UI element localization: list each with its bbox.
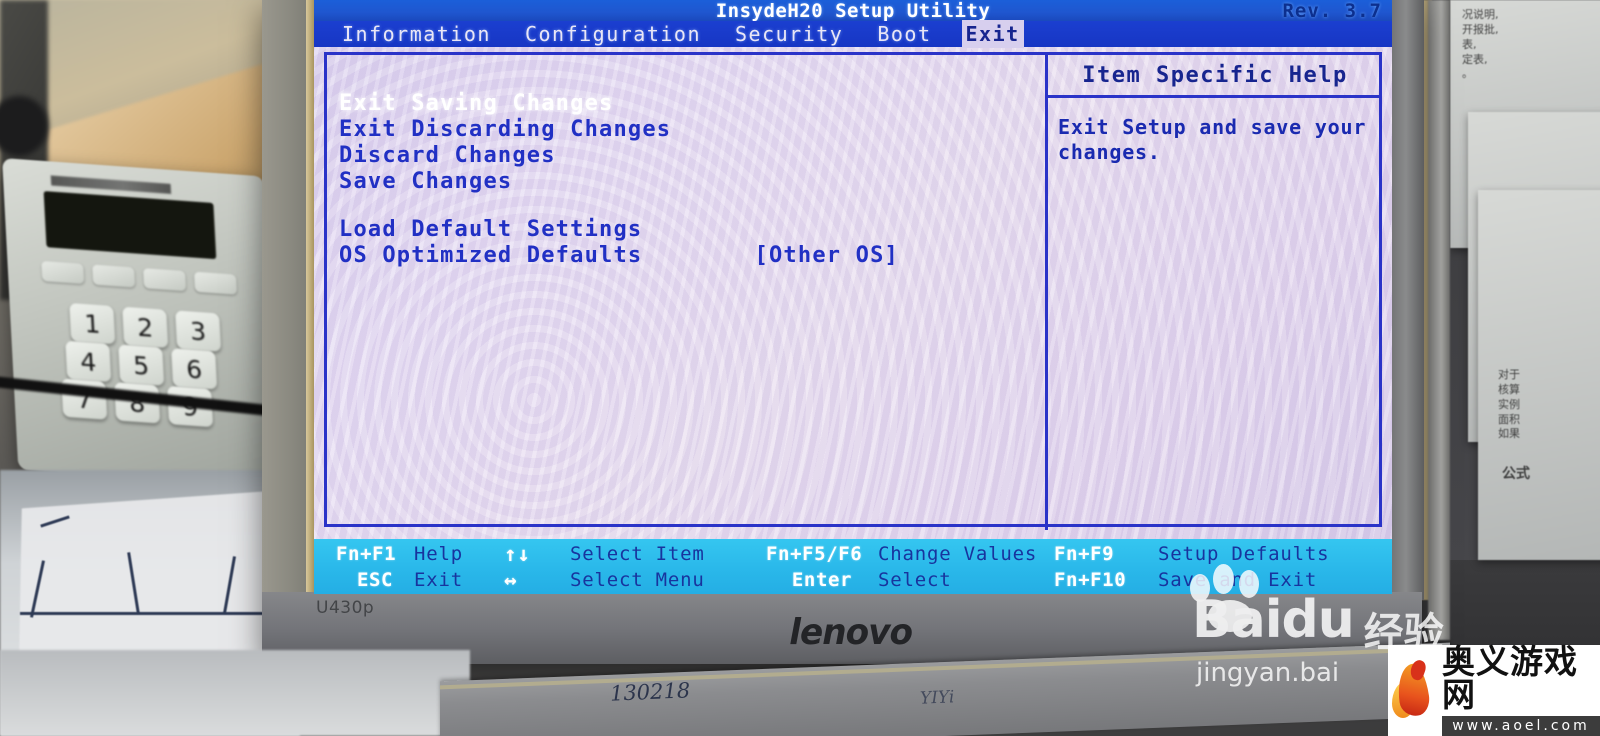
pen-mark [20,612,270,615]
phone-function-key [194,271,238,295]
key-legend-row: ↔ Select Menu [504,567,766,593]
phone-key: 6 [171,348,218,390]
help-panel-text: Exit Setup and save your changes. [1058,115,1367,165]
tab-security[interactable]: Security [731,20,847,48]
key-legend-column-2: ↑↓ Select Item ↔ Select Menu [504,539,766,594]
key-label: Enter [791,568,853,591]
option-list-spacer [339,195,1029,217]
handwritten-marking-left: 130218 [609,678,691,706]
bios-title: InsydeH20 Setup Utility [715,0,991,22]
key-legend-column-3: Fn+F5/F6 Change Values Enter Select [766,539,1054,594]
help-panel-body: Exit Setup and save your changes. [1048,101,1382,165]
desk-phone: 1 2 3 4 5 6 7 8 9 [2,158,280,488]
phone-key: 3 [175,310,222,352]
phone-function-key [41,260,85,284]
bios-menu-bar: Information Configuration Security Boot … [314,20,1392,48]
key-legend-row: Enter Select [766,567,1054,593]
lenovo-brand-logo: lenovo [789,612,913,653]
phone-key: 5 [118,344,165,386]
bios-screen: InsydeH20 Setup Utility Rev. 3.7 Informa… [314,0,1392,594]
key-label-arrow-vertical-icon: ↑↓ [504,541,531,566]
key-label: Fn+F10 [1054,568,1127,591]
screen-bezel-right [1388,0,1424,600]
key-legend-row: Fn+F10 Save and Exit [1054,567,1334,593]
key-legend-column-4: Fn+F9 Setup Defaults Fn+F10 Save and Exi… [1054,539,1334,594]
tab-exit[interactable]: Exit [961,20,1024,48]
bios-revision: Rev. 3.7 [1282,0,1382,22]
option-discard-changes[interactable]: Discard Changes [339,143,1029,169]
bios-key-legend-bar: Fn+F1 Help ESC Exit ↑↓ Select Item ↔ Sel… [314,539,1392,594]
key-label: Fn+F5/F6 [766,542,863,565]
option-exit-saving-changes[interactable]: Exit Saving Changes [339,91,1029,117]
phone-key: 4 [65,340,112,382]
option-exit-discarding-changes[interactable]: Exit Discarding Changes [339,117,1029,143]
tab-boot[interactable]: Boot [873,20,935,48]
wall-trim-grey [1428,0,1450,640]
laptop-model-label: U430p [316,598,375,618]
document-sheet [1478,190,1600,560]
bios-option-list: Exit Saving Changes Exit Discarding Chan… [339,91,1029,269]
help-panel-header: Item Specific Help [1048,55,1382,98]
tab-information[interactable]: Information [338,20,495,48]
phone-key: 2 [122,306,169,348]
key-description: Select [878,568,952,591]
key-description: Help [414,542,463,565]
bios-content-frame: Exit Saving Changes Exit Discarding Chan… [324,52,1382,530]
key-description: Change Values [878,542,1038,565]
option-os-optimized-defaults[interactable]: OS Optimized Defaults [Other OS] [339,243,1029,269]
key-legend-row: ESC Exit [336,567,504,593]
option-save-changes[interactable]: Save Changes [339,169,1029,195]
phone-lcd-screen [43,190,217,260]
option-load-default-settings[interactable]: Load Default Settings [339,217,1029,243]
key-legend-row: ↑↓ Select Item [504,541,766,567]
key-label: Fn+F1 [336,542,397,565]
key-description: Setup Defaults [1158,542,1330,565]
phone-key: 1 [69,302,116,345]
help-panel-title: Item Specific Help [1082,62,1348,88]
key-legend-row: Fn+F5/F6 Change Values [766,541,1054,567]
desk-surface-bottom [0,650,470,736]
key-legend-row: Fn+F1 Help [336,541,504,567]
key-description: Select Menu [570,568,705,591]
key-legend-column-1: Fn+F1 Help ESC Exit [336,539,504,594]
option-label: Load Default Settings [339,216,643,242]
screenshot-root: 1 2 3 4 5 6 7 8 9 况说明,开报批,表,定表,。 对于核算实例面… [0,0,1600,736]
key-label: ESC [356,568,394,591]
key-label: Fn+F9 [1054,542,1115,565]
option-value[interactable]: [Other OS] [755,243,899,269]
tab-configuration[interactable]: Configuration [521,20,705,48]
option-label: OS Optimized Defaults [339,242,643,268]
option-label: Exit Discarding Changes [339,116,672,142]
document-text: 对于 核算 实例 面积 如果 [1498,368,1520,441]
key-legend-row: Fn+F9 Setup Defaults [1054,541,1334,567]
option-label: Save Changes [339,168,513,194]
key-description: Save and Exit [1158,568,1318,591]
phone-function-key [143,268,187,292]
key-description: Select Item [570,542,705,565]
option-label: Exit Saving Changes [339,91,614,116]
document-text: 公式 [1502,466,1530,482]
bios-title-bar: InsydeH20 Setup Utility Rev. 3.7 [314,0,1392,22]
key-description: Exit [414,568,463,591]
phone-function-key [92,264,136,288]
option-label: Discard Changes [339,142,556,168]
screen-bezel-accent [306,0,314,650]
handwritten-marking-right: YIYi [919,687,955,709]
phone-brand-strip [50,175,172,194]
document-text: 况说明, 开报批, 表, 定表,。 [1462,8,1499,81]
key-label-arrow-horizontal-icon: ↔ [504,567,518,592]
phone-function-key-row [41,260,238,295]
